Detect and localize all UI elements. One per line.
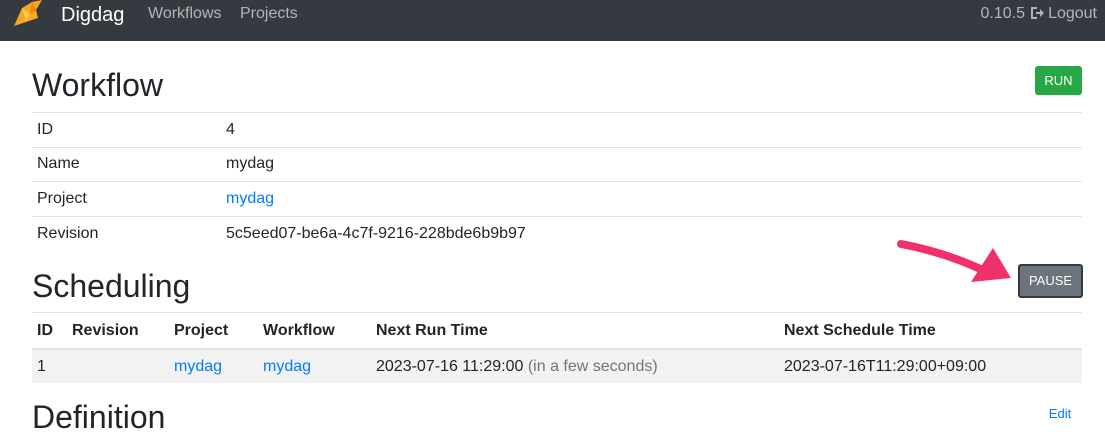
annotation-arrow-icon bbox=[897, 240, 1011, 282]
workflow-info-table: ID 4 Name mydag Project mydag Revision 5… bbox=[32, 112, 1082, 251]
nav-projects[interactable]: Projects bbox=[240, 5, 298, 23]
nav-workflows[interactable]: Workflows bbox=[148, 5, 222, 23]
col-next-run-time: Next Run Time bbox=[371, 312, 779, 350]
navbar: Digdag Workflows Projects 0.10.5 Logout bbox=[0, 0, 1105, 41]
schedule-project-link[interactable]: mydag bbox=[174, 358, 222, 375]
definition-title: Definition bbox=[32, 399, 166, 435]
schedule-revision bbox=[67, 349, 169, 383]
info-key: Revision bbox=[37, 224, 99, 242]
info-key: Name bbox=[37, 155, 80, 173]
table-row: 1 mydag mydag 2023-07-16 11:29:00 (in a … bbox=[32, 349, 1082, 383]
next-schedule-time: 2023-07-16T11:29:00+09:00 bbox=[779, 349, 1082, 383]
table-row: Project mydag bbox=[32, 181, 1082, 217]
info-value: mydag bbox=[226, 155, 275, 173]
info-value: 4 bbox=[226, 120, 235, 138]
sign-out-icon bbox=[1031, 7, 1045, 19]
schedule-header-row: ID Revision Project Workflow Next Run Ti… bbox=[32, 312, 1082, 350]
col-workflow: Workflow bbox=[258, 312, 371, 350]
next-run-time: 2023-07-16 11:29:00 (in a few seconds) bbox=[371, 349, 779, 383]
col-next-schedule-time: Next Schedule Time bbox=[779, 312, 1082, 350]
logout-label: Logout bbox=[1048, 5, 1097, 22]
col-revision: Revision bbox=[67, 312, 169, 350]
next-run-time-value: 2023-07-16 11:29:00 bbox=[376, 357, 524, 375]
info-key: ID bbox=[37, 120, 53, 138]
next-run-time-note: (in a few seconds) bbox=[527, 357, 658, 375]
project-link[interactable]: mydag bbox=[226, 190, 274, 207]
schedule-table: ID Revision Project Workflow Next Run Ti… bbox=[32, 312, 1082, 383]
schedule-workflow-link[interactable]: mydag bbox=[263, 358, 311, 375]
version-label: 0.10.5 bbox=[980, 5, 1025, 22]
schedule-id: 1 bbox=[32, 349, 67, 383]
brand[interactable]: Digdag bbox=[61, 4, 124, 27]
info-key: Project bbox=[37, 189, 87, 207]
col-id: ID bbox=[32, 312, 67, 350]
digdag-bird-logo[interactable] bbox=[12, 0, 44, 28]
table-row: Name mydag bbox=[32, 147, 1082, 182]
edit-button[interactable]: Edit bbox=[1039, 398, 1081, 429]
workflow-title: Workflow bbox=[32, 67, 163, 103]
pause-button[interactable]: PAUSE bbox=[1018, 264, 1083, 298]
run-button[interactable]: RUN bbox=[1035, 66, 1082, 95]
logout-link[interactable]: Logout bbox=[1030, 5, 1097, 23]
col-project: Project bbox=[169, 312, 258, 350]
scheduling-title: Scheduling bbox=[32, 268, 191, 304]
table-row: ID 4 bbox=[32, 112, 1082, 148]
